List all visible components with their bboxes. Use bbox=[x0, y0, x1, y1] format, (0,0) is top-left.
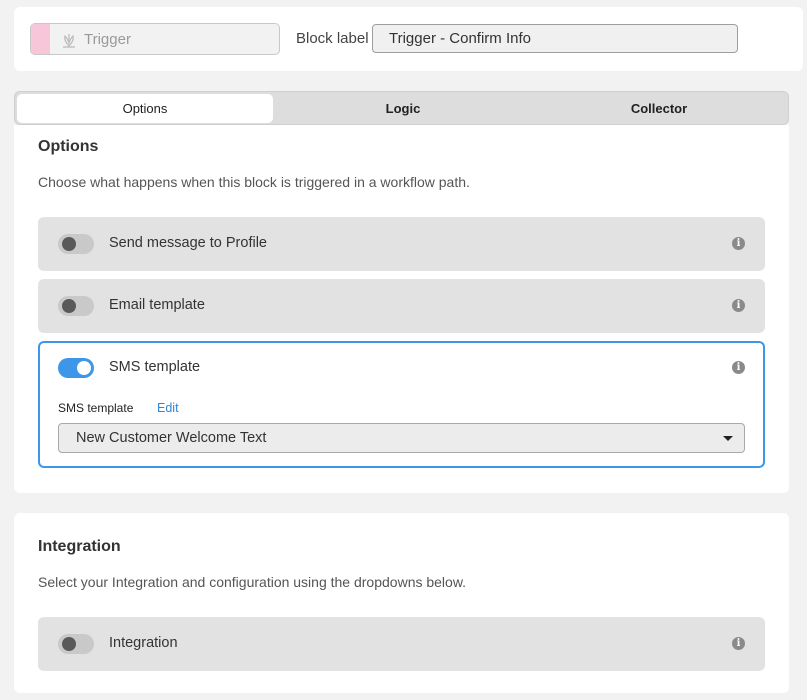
sms-template-selected-value: New Customer Welcome Text bbox=[76, 430, 267, 446]
info-icon[interactable]: i bbox=[732, 637, 745, 650]
edit-sms-template-link[interactable]: Edit bbox=[157, 401, 179, 415]
tab-collector[interactable]: Collector bbox=[531, 94, 787, 123]
block-label-caption: Block label bbox=[296, 30, 369, 47]
send-message-label: Send message to Profile bbox=[109, 235, 267, 251]
info-icon[interactable]: i bbox=[732, 299, 745, 312]
option-row-send-message: Send message to Profile i bbox=[38, 217, 765, 271]
toggle-knob bbox=[77, 361, 91, 375]
integration-panel: Integration Select your Integration and … bbox=[14, 513, 789, 693]
option-row-integration: Integration i bbox=[38, 617, 765, 671]
trigger-flower-icon bbox=[60, 31, 78, 49]
email-template-toggle[interactable] bbox=[58, 296, 94, 316]
option-row-sms-template: SMS template i SMS template Edit New Cus… bbox=[38, 341, 765, 468]
sms-template-select[interactable]: New Customer Welcome Text bbox=[58, 423, 745, 453]
option-row-email-template: Email template i bbox=[38, 279, 765, 333]
trigger-label: Trigger bbox=[84, 31, 131, 48]
email-template-label: Email template bbox=[109, 297, 205, 313]
block-header: Trigger Block label Trigger - Confirm In… bbox=[14, 7, 803, 71]
integration-title: Integration bbox=[38, 538, 121, 555]
integration-label: Integration bbox=[109, 635, 178, 651]
sms-template-field-label: SMS template bbox=[58, 401, 134, 415]
options-description: Choose what happens when this block is t… bbox=[38, 174, 470, 190]
block-label-input[interactable]: Trigger - Confirm Info bbox=[372, 24, 738, 53]
integration-description: Select your Integration and configuratio… bbox=[38, 574, 467, 590]
sms-template-toggle[interactable] bbox=[58, 358, 94, 378]
toggle-knob bbox=[62, 637, 76, 651]
trigger-type-field: Trigger bbox=[30, 23, 280, 55]
sms-template-label: SMS template bbox=[109, 359, 201, 375]
options-title: Options bbox=[38, 138, 99, 155]
options-panel: Options Choose what happens when this bl… bbox=[14, 125, 789, 493]
tab-logic[interactable]: Logic bbox=[275, 94, 531, 123]
info-icon[interactable]: i bbox=[732, 361, 745, 374]
toggle-knob bbox=[62, 237, 76, 251]
integration-toggle[interactable] bbox=[58, 634, 94, 654]
tab-options[interactable]: Options bbox=[17, 94, 273, 123]
trigger-color-accent bbox=[31, 24, 50, 54]
info-icon[interactable]: i bbox=[732, 237, 745, 250]
send-message-toggle[interactable] bbox=[58, 234, 94, 254]
tab-bar: Options Logic Collector bbox=[14, 91, 789, 125]
chevron-down-icon bbox=[723, 436, 733, 441]
toggle-knob bbox=[62, 299, 76, 313]
